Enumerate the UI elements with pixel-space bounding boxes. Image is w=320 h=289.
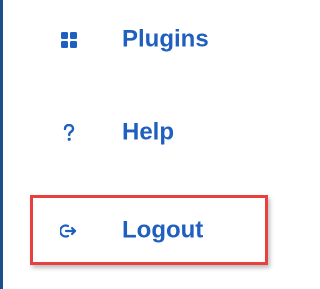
sidebar-item-label: Plugins: [122, 25, 209, 53]
sidebar-item-help[interactable]: Help: [6, 103, 266, 163]
sidebar-item-label: Help: [122, 118, 175, 146]
sidebar-item-plugins[interactable]: Plugins: [6, 10, 266, 70]
question-icon: [58, 122, 80, 144]
sidebar-nav: Plugins Help Logout: [0, 0, 281, 289]
sidebar-item-label: Logout: [122, 216, 204, 244]
grid-icon: [58, 29, 80, 51]
logout-icon: [58, 220, 80, 242]
sidebar-item-logout[interactable]: Logout: [6, 201, 266, 261]
